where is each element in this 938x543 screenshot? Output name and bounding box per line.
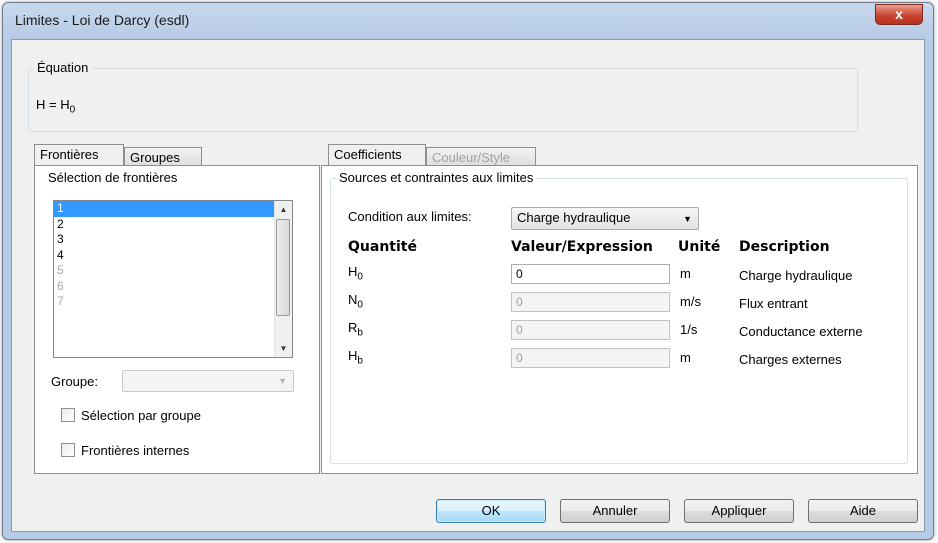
list-item[interactable]: 1 — [54, 201, 292, 217]
quantity-symbol: H — [348, 348, 358, 363]
description-hb: Charges externes — [739, 352, 842, 367]
quantity-symbol: R — [348, 320, 358, 335]
equation-group — [28, 68, 858, 132]
internal-boundaries-label: Frontières internes — [81, 443, 190, 458]
list-item[interactable]: 3 — [54, 232, 292, 248]
chevron-down-icon: ▼ — [683, 214, 692, 224]
description-h0: Charge hydraulique — [739, 268, 853, 283]
select-by-group-label: Sélection par groupe — [81, 408, 201, 423]
boundaries-legend: Sélection de frontières — [45, 170, 181, 185]
scroll-up-icon[interactable]: ▲ — [275, 201, 292, 218]
select-by-group-checkbox[interactable]: Sélection par groupe — [61, 408, 201, 423]
list-item[interactable]: 6 — [54, 279, 292, 295]
tab-coefficients-label: Coefficients — [334, 147, 402, 162]
list-item[interactable]: 2 — [54, 217, 292, 233]
cancel-button[interactable]: Annuler — [560, 499, 670, 523]
list-item[interactable]: 4 — [54, 248, 292, 264]
chevron-down-icon: ▼ — [278, 376, 287, 386]
value-h0-input[interactable]: 0 — [511, 264, 670, 284]
header-unit: Unité — [678, 239, 721, 255]
unit-h0: m — [680, 266, 691, 281]
quantity-hb: Hb — [348, 348, 363, 367]
dialog-window: Limites - Loi de Darcy (esdl) x Équation… — [2, 2, 934, 540]
equation-legend: Équation — [34, 60, 92, 75]
condition-select-value: Charge hydraulique — [517, 210, 631, 225]
unit-n0: m/s — [680, 294, 701, 309]
quantity-symbol: N — [348, 292, 358, 307]
help-button[interactable]: Aide — [808, 499, 918, 523]
quantity-subscript: 0 — [357, 271, 363, 283]
header-description: Description — [739, 239, 830, 255]
equation-text: H = H0 — [36, 97, 75, 116]
quantity-h0: H0 — [348, 264, 363, 283]
close-button[interactable]: x — [875, 4, 923, 25]
quantity-rb: Rb — [348, 320, 363, 339]
sources-legend: Sources et contraintes aux limites — [336, 170, 537, 185]
apply-button[interactable]: Appliquer — [684, 499, 794, 523]
condition-label: Condition aux limites: — [348, 209, 472, 224]
description-n0: Flux entrant — [739, 296, 808, 311]
tab-groupes-label: Groupes — [130, 150, 180, 165]
boundaries-listbox[interactable]: 1 2 3 4 5 6 7 ▲ ▼ — [53, 200, 293, 358]
value-hb-input[interactable]: 0 — [511, 348, 670, 368]
dialog-body: Équation H = H0 Frontières Groupes Sélec… — [11, 39, 925, 532]
quantity-n0: N0 — [348, 292, 363, 311]
list-item[interactable]: 7 — [54, 294, 292, 310]
tab-couleur-style-label: Couleur/Style — [432, 150, 511, 165]
quantity-subscript: 0 — [357, 299, 363, 311]
equation-lhs: H = H — [36, 97, 70, 112]
coefficients-panel: Sources et contraintes aux limites Condi… — [321, 165, 918, 474]
scroll-down-icon[interactable]: ▼ — [275, 340, 292, 357]
close-icon: x — [895, 6, 903, 22]
header-value: Valeur/Expression — [511, 239, 653, 255]
unit-hb: m — [680, 350, 691, 365]
quantity-symbol: H — [348, 264, 358, 279]
checkbox-icon[interactable] — [61, 443, 75, 457]
equation-subscript: 0 — [69, 104, 76, 116]
quantity-subscript: b — [357, 327, 363, 339]
title-bar[interactable]: Limites - Loi de Darcy (esdl) x — [3, 3, 933, 39]
value-n0-input[interactable]: 0 — [511, 292, 670, 312]
quantity-subscript: b — [357, 355, 363, 367]
internal-boundaries-checkbox[interactable]: Frontières internes — [61, 443, 189, 458]
group-label: Groupe: — [51, 374, 98, 389]
window-title: Limites - Loi de Darcy (esdl) — [15, 12, 190, 28]
tab-frontieres-label: Frontières — [40, 147, 99, 162]
header-quantity: Quantité — [348, 239, 417, 255]
list-item[interactable]: 5 — [54, 263, 292, 279]
ok-button[interactable]: OK — [436, 499, 546, 523]
checkbox-icon[interactable] — [61, 408, 75, 422]
listbox-scrollbar[interactable]: ▲ ▼ — [274, 201, 292, 357]
condition-select[interactable]: Charge hydraulique ▼ — [511, 207, 699, 230]
scroll-thumb[interactable] — [276, 219, 290, 316]
group-select[interactable]: ▼ — [122, 370, 294, 392]
value-rb-input[interactable]: 0 — [511, 320, 670, 340]
boundaries-panel: Sélection de frontières 1 2 3 4 5 6 7 ▲ … — [34, 165, 320, 474]
unit-rb: 1/s — [680, 322, 698, 337]
description-rb: Conductance externe — [739, 324, 863, 339]
tab-frontieres[interactable]: Frontières — [34, 144, 124, 166]
tab-coefficients[interactable]: Coefficients — [328, 144, 426, 166]
